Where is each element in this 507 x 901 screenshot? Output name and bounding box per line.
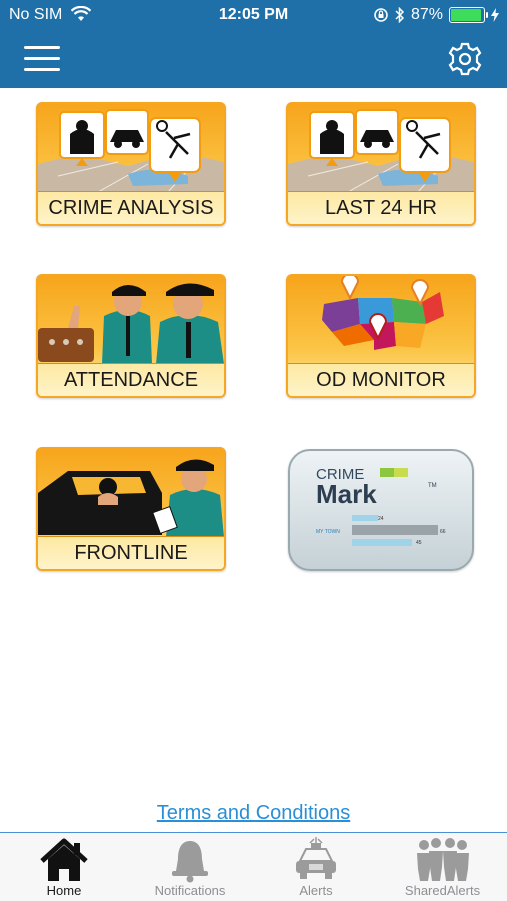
- tile-crime-analysis[interactable]: CRIME ANALYSIS: [36, 102, 226, 226]
- svg-text:24: 24: [378, 516, 384, 522]
- tab-alerts[interactable]: Alerts: [253, 833, 379, 901]
- tab-label: Alerts: [299, 883, 333, 898]
- crime-analysis-illustration: [38, 109, 224, 192]
- svg-text:TM: TM: [428, 483, 437, 489]
- tile-last-24-hr[interactable]: LAST 24 HR: [286, 102, 476, 226]
- svg-text:Mark: Mark: [316, 479, 377, 509]
- tile-label: OD MONITOR: [288, 363, 474, 396]
- tile-label: LAST 24 HR: [288, 191, 474, 224]
- tab-home[interactable]: Home: [1, 833, 127, 901]
- tile-attendance[interactable]: ATTENDANCE: [36, 274, 226, 398]
- tile-label: FRONTLINE: [38, 536, 224, 569]
- tab-label: SharedAlerts: [404, 883, 481, 898]
- tab-label: Notifications: [154, 883, 226, 898]
- tile-label: ATTENDANCE: [38, 363, 224, 396]
- police-car-icon: [296, 837, 336, 879]
- svg-text:66: 66: [440, 529, 446, 535]
- battery-percent: 87%: [410, 6, 443, 23]
- status-right: 87%: [373, 6, 499, 24]
- tab-bar: Home Notifications Alerts SharedAlerts: [0, 832, 507, 901]
- battery-icon: [449, 7, 488, 23]
- crimemark-logo: CRIME Mark TM MY TOWN 24 66 45: [316, 466, 446, 546]
- hamburger-menu-icon[interactable]: [24, 42, 62, 74]
- last-24-hr-illustration: [288, 109, 474, 192]
- bell-icon: [172, 841, 208, 883]
- tile-od-monitor[interactable]: OD MONITOR: [286, 274, 476, 398]
- gear-icon[interactable]: [444, 38, 486, 80]
- frontline-illustration: [38, 459, 224, 537]
- home-icon: [40, 838, 88, 881]
- app-header: No SIM 12:05 PM 87%: [0, 0, 507, 88]
- terms-and-conditions-link[interactable]: Terms and Conditions: [0, 802, 507, 825]
- svg-text:45: 45: [416, 540, 422, 546]
- bluetooth-icon: [395, 7, 405, 23]
- charging-icon: [491, 8, 499, 22]
- tile-crimemark[interactable]: CRIME Mark TM MY TOWN 24 66 45: [288, 449, 474, 571]
- tile-label: CRIME ANALYSIS: [38, 191, 224, 224]
- people-group-icon: [416, 838, 469, 881]
- tab-notifications[interactable]: Notifications: [127, 833, 253, 901]
- attendance-illustration: [38, 283, 224, 364]
- tile-frontline[interactable]: FRONTLINE: [36, 447, 226, 571]
- svg-text:MY TOWN: MY TOWN: [316, 529, 340, 535]
- tab-sharedalerts[interactable]: SharedAlerts: [379, 833, 506, 901]
- usa-map-illustration: [322, 276, 444, 350]
- orientation-lock-icon: [374, 8, 388, 22]
- tab-label: Home: [46, 883, 82, 898]
- status-bar: No SIM 12:05 PM 87%: [0, 0, 507, 32]
